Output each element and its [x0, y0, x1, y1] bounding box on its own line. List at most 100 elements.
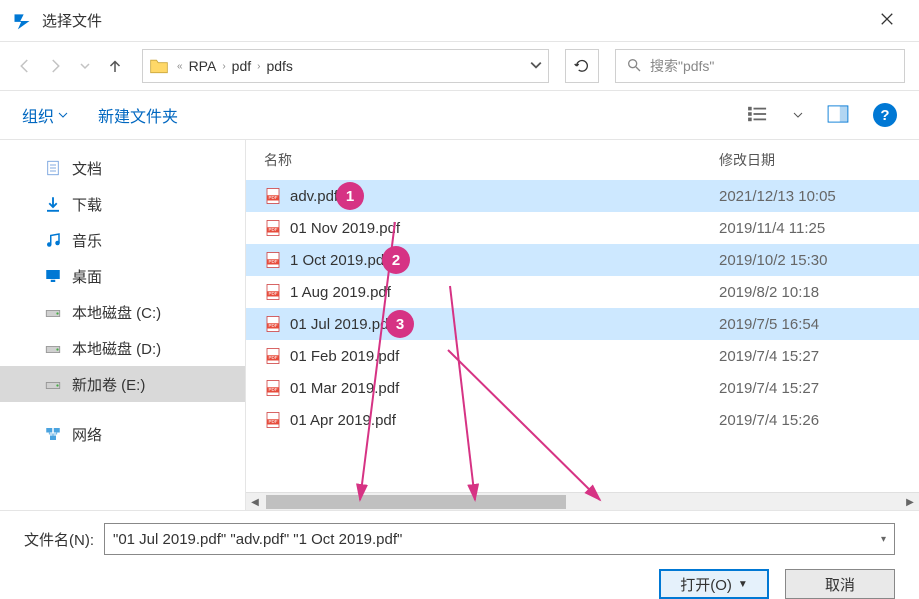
svg-text:PDF: PDF	[269, 419, 278, 424]
up-button[interactable]	[104, 55, 126, 77]
svg-text:PDF: PDF	[269, 387, 278, 392]
file-date: 2019/8/2 10:18	[719, 284, 919, 301]
folder-icon	[149, 56, 169, 76]
chevron-down-icon[interactable]: ▾	[881, 534, 886, 545]
sidebar-item-0[interactable]: 文档	[0, 150, 245, 186]
file-name: 01 Mar 2019.pdf	[290, 380, 719, 397]
file-row[interactable]: PDF 01 Mar 2019.pdf2019/7/4 15:27	[246, 372, 919, 404]
file-date: 2019/7/5 16:54	[719, 316, 919, 333]
pdf-icon: PDF	[264, 379, 282, 397]
file-row[interactable]: PDF 01 Apr 2019.pdf2019/7/4 15:26	[246, 404, 919, 436]
file-date: 2019/10/2 15:30	[719, 252, 919, 269]
newfolder-button[interactable]: 新建文件夹	[98, 103, 178, 127]
file-name: 01 Jul 2019.pdf	[290, 316, 719, 333]
file-name: 01 Feb 2019.pdf	[290, 348, 719, 365]
svg-text:PDF: PDF	[269, 355, 278, 360]
recent-dropdown[interactable]	[74, 55, 96, 77]
svg-text:PDF: PDF	[269, 195, 278, 200]
file-row[interactable]: PDF 1 Oct 2019.pdf2019/10/2 15:30	[246, 244, 919, 276]
forward-button[interactable]	[44, 55, 66, 77]
file-list: PDF adv.pdf2021/12/13 10:05 PDF 01 Nov 2019…	[246, 180, 919, 492]
horizontal-scrollbar[interactable]: ◀ ▶	[246, 492, 919, 510]
pdf-icon: PDF	[264, 251, 282, 269]
crumb-2[interactable]: pdfs	[262, 58, 296, 74]
search-input[interactable]: 搜索"pdfs"	[615, 49, 905, 83]
titlebar: 选择文件	[0, 0, 919, 42]
sidebar-item-5[interactable]: 本地磁盘 (D:)	[0, 330, 245, 366]
file-name: 01 Nov 2019.pdf	[290, 220, 719, 237]
file-name: 1 Oct 2019.pdf	[290, 252, 719, 269]
music-icon	[44, 231, 62, 249]
chevron-right-icon: ›	[255, 61, 262, 72]
sidebar-item-6[interactable]: 新加卷 (E:)	[0, 366, 245, 402]
pdf-icon: PDF	[264, 315, 282, 333]
help-button[interactable]: ?	[873, 103, 897, 127]
scroll-right-icon[interactable]: ▶	[901, 493, 919, 511]
chevron-down-icon[interactable]	[530, 58, 542, 74]
search-icon	[626, 57, 642, 76]
pdf-icon: PDF	[264, 219, 282, 237]
open-button[interactable]: 打开(O)▼	[659, 569, 769, 599]
svg-text:PDF: PDF	[269, 259, 278, 264]
chevron-right-icon: ›	[220, 61, 227, 72]
doc-icon	[44, 159, 62, 177]
file-row[interactable]: PDF 01 Jul 2019.pdf2019/7/5 16:54	[246, 308, 919, 340]
file-header: 名称 修改日期	[246, 140, 919, 180]
file-date: 2019/7/4 15:27	[719, 348, 919, 365]
sidebar-label: 桌面	[72, 266, 102, 287]
file-name: 01 Apr 2019.pdf	[290, 412, 719, 429]
scroll-left-icon[interactable]: ◀	[246, 493, 264, 511]
file-date: 2021/12/13 10:05	[719, 188, 919, 205]
pdf-icon: PDF	[264, 411, 282, 429]
file-row[interactable]: PDF 01 Feb 2019.pdf2019/7/4 15:27	[246, 340, 919, 372]
file-name: 1 Aug 2019.pdf	[290, 284, 719, 301]
network-icon	[44, 425, 62, 443]
sidebar-label: 网络	[72, 424, 102, 445]
close-button[interactable]	[867, 10, 907, 31]
sidebar-item-7[interactable]: 网络	[0, 416, 245, 452]
filename-input[interactable]: "01 Jul 2019.pdf" "adv.pdf" "1 Oct 2019.…	[104, 523, 895, 555]
sidebar: 文档下载音乐桌面本地磁盘 (C:) 本地磁盘 (D:) 新加卷 (E:) 网络	[0, 140, 245, 510]
file-name: adv.pdf	[290, 188, 719, 205]
crumb-1[interactable]: pdf	[228, 58, 255, 74]
sidebar-label: 本地磁盘 (D:)	[72, 338, 161, 359]
file-row[interactable]: PDF adv.pdf2021/12/13 10:05	[246, 180, 919, 212]
window-title: 选择文件	[42, 10, 867, 31]
svg-text:PDF: PDF	[269, 227, 278, 232]
sidebar-item-2[interactable]: 音乐	[0, 222, 245, 258]
nav-row: « RPA › pdf › pdfs 搜索"pdfs"	[0, 42, 919, 90]
crumb-sep-icon: «	[175, 61, 185, 72]
file-date: 2019/7/4 15:26	[719, 412, 919, 429]
download-icon	[44, 195, 62, 213]
view-icon[interactable]	[747, 105, 769, 126]
file-date: 2019/7/4 15:27	[719, 380, 919, 397]
breadcrumb[interactable]: « RPA › pdf › pdfs	[142, 49, 549, 83]
sidebar-item-4[interactable]: 本地磁盘 (C:)	[0, 294, 245, 330]
preview-icon[interactable]	[827, 105, 849, 126]
svg-text:PDF: PDF	[269, 291, 278, 296]
organize-menu[interactable]: 组织	[22, 103, 68, 127]
pdf-icon: PDF	[264, 283, 282, 301]
file-pane: 名称 修改日期 PDF adv.pdf2021/12/13 10:05 PDF 01 …	[245, 140, 919, 510]
crumb-0[interactable]: RPA	[185, 58, 221, 74]
refresh-button[interactable]	[565, 49, 599, 83]
scroll-thumb[interactable]	[266, 495, 566, 509]
sidebar-label: 新加卷 (E:)	[72, 374, 145, 395]
file-row[interactable]: PDF 01 Nov 2019.pdf2019/11/4 11:25	[246, 212, 919, 244]
sidebar-item-1[interactable]: 下载	[0, 186, 245, 222]
drive-icon	[44, 375, 62, 393]
sidebar-item-3[interactable]: 桌面	[0, 258, 245, 294]
col-date[interactable]: 修改日期	[719, 150, 919, 170]
app-icon	[12, 11, 32, 31]
file-date: 2019/11/4 11:25	[719, 220, 919, 237]
search-placeholder: 搜索"pdfs"	[650, 56, 714, 76]
drive-icon	[44, 303, 62, 321]
pdf-icon: PDF	[264, 187, 282, 205]
cancel-button[interactable]: 取消	[785, 569, 895, 599]
svg-text:PDF: PDF	[269, 323, 278, 328]
view-dropdown[interactable]	[793, 107, 803, 123]
pdf-icon: PDF	[264, 347, 282, 365]
back-button[interactable]	[14, 55, 36, 77]
file-row[interactable]: PDF 1 Aug 2019.pdf2019/8/2 10:18	[246, 276, 919, 308]
col-name[interactable]: 名称	[264, 150, 719, 170]
